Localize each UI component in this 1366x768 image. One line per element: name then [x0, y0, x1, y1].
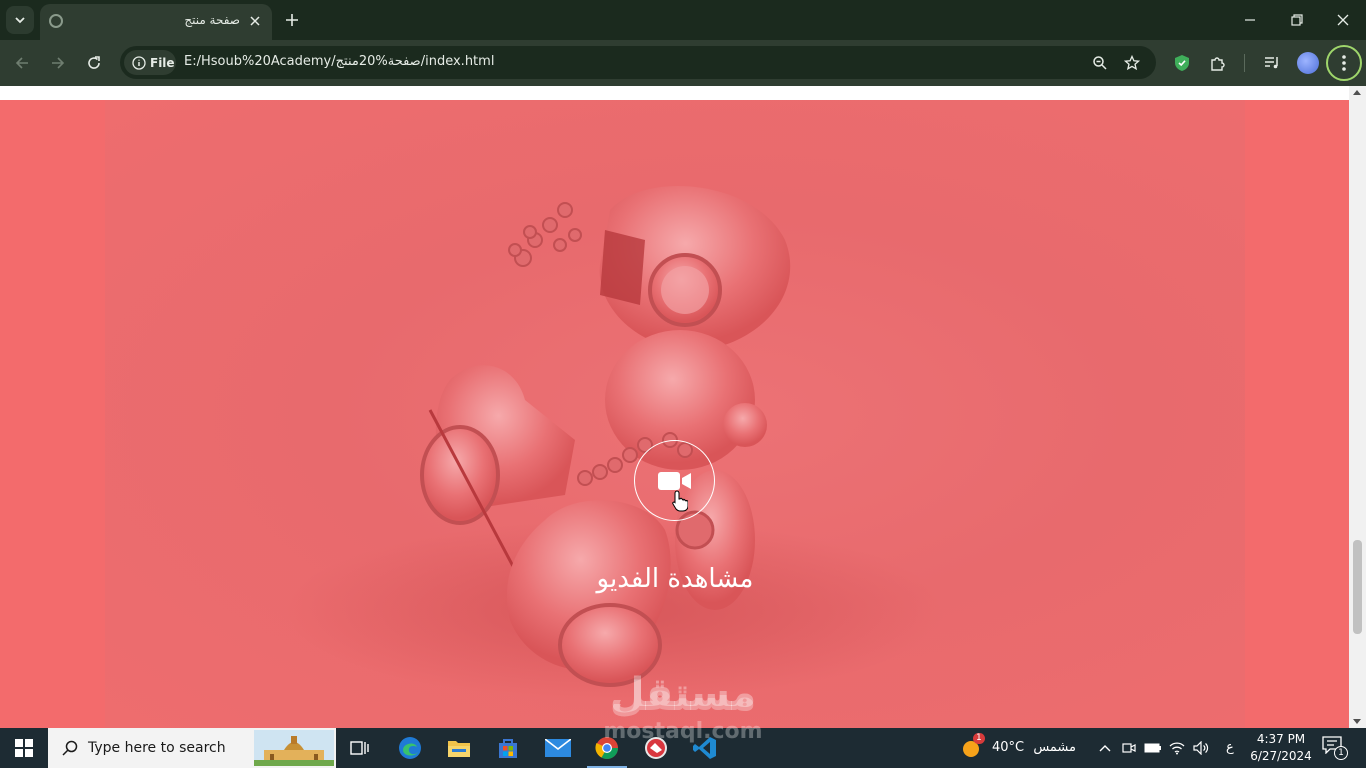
arrow-left-icon — [15, 57, 28, 69]
restore-button[interactable] — [1283, 6, 1311, 34]
minimize-button[interactable] — [1236, 6, 1264, 34]
show-hidden-icons[interactable] — [1095, 738, 1115, 758]
page-viewport: مستقل مشاهدة الفديو — [0, 86, 1349, 728]
zoom-icon — [1093, 56, 1107, 70]
browser-tab-active[interactable]: صفحة منتج — [40, 4, 272, 40]
back-button[interactable] — [8, 49, 36, 77]
edge-app[interactable] — [386, 728, 434, 768]
toolbar-separator — [1244, 54, 1245, 72]
extensions-button[interactable] — [1205, 50, 1231, 76]
star-icon — [1124, 55, 1140, 71]
clock-time: 4:37 PM — [1256, 732, 1306, 746]
site-info-chip[interactable]: File — [124, 50, 176, 75]
start-button[interactable] — [0, 728, 48, 768]
edge-icon — [399, 737, 421, 759]
windows-logo-icon — [15, 739, 33, 757]
section-divider — [0, 86, 1349, 100]
scroll-thumb[interactable] — [1353, 540, 1362, 634]
scroll-up-arrow[interactable] — [1353, 90, 1361, 95]
close-icon — [250, 16, 260, 26]
video-call-icon — [1122, 743, 1136, 753]
more-vertical-icon — [1342, 55, 1346, 71]
close-icon — [1337, 14, 1349, 26]
network-button[interactable] — [1167, 738, 1187, 758]
watermark-overlay: مستقل mostaql.com — [598, 674, 768, 744]
weather-temperature[interactable]: 40°C — [992, 740, 1024, 755]
tab-close-button[interactable] — [246, 12, 264, 30]
browser-tab-strip: صفحة منتج — [0, 0, 1366, 40]
folder-icon — [448, 741, 470, 757]
minimize-icon — [1245, 19, 1255, 21]
taskbar-search[interactable]: Type here to search — [48, 728, 336, 768]
mail-app[interactable] — [534, 728, 582, 768]
video-hero-section: مستقل مشاهدة الفديو — [0, 100, 1349, 728]
search-placeholder: Type here to search — [88, 740, 226, 756]
weather-description[interactable]: مشمس — [1030, 740, 1076, 755]
info-icon — [132, 55, 146, 70]
globe-icon — [49, 14, 63, 28]
shield-icon — [1175, 55, 1189, 71]
plus-icon — [286, 14, 298, 26]
speaker-icon — [1193, 741, 1209, 755]
arrow-right-icon — [52, 57, 65, 69]
chevron-up-icon — [1099, 745, 1111, 752]
task-view-icon — [350, 741, 369, 755]
video-camera-icon — [657, 471, 691, 490]
volume-button[interactable] — [1191, 738, 1211, 758]
address-bar[interactable]: File E:/Hsoub%20Academy/صفحة%20منتج/inde… — [120, 46, 1156, 79]
hand-cursor-icon — [672, 490, 688, 512]
wifi-icon — [1169, 742, 1185, 755]
notification-count: 1 — [1334, 746, 1348, 760]
scroll-down-arrow[interactable] — [1353, 719, 1361, 724]
url-text[interactable]: E:/Hsoub%20Academy/صفحة%20منتج/index.htm… — [184, 54, 494, 69]
watermark-domain: mostaql.com — [603, 719, 763, 744]
tab-search-button[interactable] — [6, 6, 34, 34]
battery-icon — [1144, 743, 1161, 753]
file-explorer-app[interactable] — [435, 728, 483, 768]
chevron-down-icon — [15, 17, 25, 24]
reload-icon — [88, 56, 100, 69]
video-hero-image: مستقل — [105, 100, 1245, 728]
watermark-arabic-overlay: مستقل — [609, 674, 757, 720]
search-icon — [62, 740, 78, 756]
browser-toolbar: File E:/Hsoub%20Academy/صفحة%20منتج/inde… — [0, 40, 1366, 86]
weather-badge: 1 — [973, 733, 985, 744]
meet-now-button[interactable] — [1119, 738, 1139, 758]
zoom-button[interactable] — [1088, 51, 1112, 75]
forward-button[interactable] — [44, 49, 72, 77]
system-clock[interactable]: 4:37 PM 6/27/2024 — [1246, 731, 1316, 765]
bookmark-button[interactable] — [1120, 51, 1144, 75]
browser-menu-button[interactable] — [1326, 45, 1362, 81]
robot-image — [285, 186, 945, 700]
battery-button[interactable] — [1143, 738, 1163, 758]
site-chip-label: File — [150, 55, 175, 70]
media-queue-icon — [1265, 57, 1278, 69]
close-window-button[interactable] — [1329, 6, 1357, 34]
reload-button[interactable] — [80, 49, 108, 77]
store-icon — [499, 739, 517, 758]
media-controls-button[interactable] — [1259, 50, 1285, 76]
page-scrollbar[interactable] — [1349, 86, 1366, 728]
notification-center-button[interactable]: 1 — [1322, 736, 1348, 760]
new-tab-button[interactable] — [280, 8, 304, 32]
watch-video-label[interactable]: مشاهدة الفديو — [560, 564, 790, 594]
microsoft-store-app[interactable] — [484, 728, 532, 768]
task-view-button[interactable] — [336, 728, 384, 768]
search-highlight-image — [254, 730, 334, 766]
restore-icon — [1291, 14, 1303, 26]
profile-avatar[interactable] — [1297, 52, 1319, 74]
mail-icon — [545, 739, 571, 757]
input-language[interactable]: ع — [1226, 740, 1234, 755]
extension-shield-button[interactable] — [1169, 50, 1195, 76]
puzzle-icon — [1211, 57, 1225, 71]
clock-date: 6/27/2024 — [1250, 749, 1312, 763]
tab-title: صفحة منتج — [184, 13, 240, 27]
